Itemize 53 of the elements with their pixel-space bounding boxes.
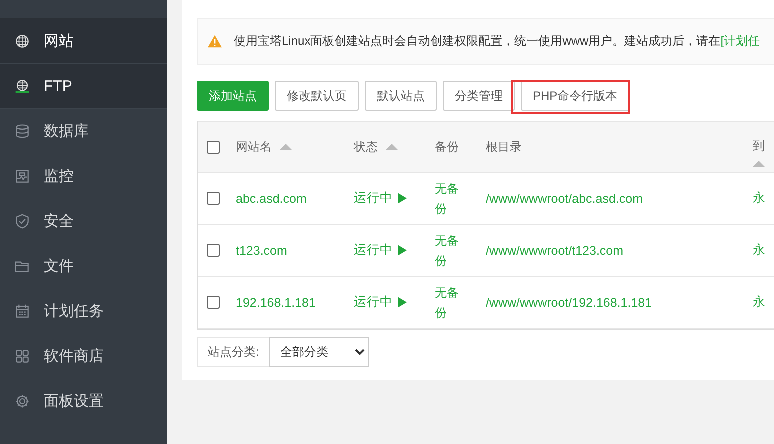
globe-icon (15, 78, 30, 94)
chart-icon (15, 168, 30, 184)
sidebar-item[interactable]: 数据库 (0, 109, 167, 154)
apps-icon (15, 348, 30, 364)
site-name-link[interactable]: 192.168.1.181 (236, 296, 316, 310)
sidebar-item[interactable]: FTP (0, 64, 167, 109)
toolbar-button[interactable]: 默认站点 (365, 81, 437, 111)
sidebar-item[interactable]: 计划任务 (0, 289, 167, 334)
column-header[interactable]: 根目录 (486, 138, 522, 156)
root-path-link[interactable]: /www/wwwroot/192.168.1.181 (486, 296, 652, 310)
column-header[interactable]: 到 (753, 138, 765, 154)
expiry-link[interactable]: 永 (753, 190, 766, 207)
column-header[interactable]: 备份 (435, 138, 459, 156)
play-icon (398, 297, 407, 308)
site-name-link[interactable]: abc.asd.com (236, 192, 307, 206)
column-header[interactable]: 状态 (354, 138, 378, 156)
root-path-link[interactable]: /www/wwwroot/abc.asd.com (486, 192, 643, 206)
globe-icon (15, 34, 30, 48)
shield-icon (15, 214, 30, 228)
status-link[interactable]: 运行中 (354, 190, 407, 207)
expiry-link[interactable]: 永 (753, 294, 766, 311)
backup-link[interactable]: 无备份 (435, 178, 463, 218)
play-icon (398, 193, 407, 204)
play-icon (398, 245, 407, 256)
sidebar-item[interactable]: 网站 (0, 19, 167, 64)
sidebar-item[interactable]: 安全 (0, 199, 167, 244)
settings-icon (15, 394, 30, 408)
toolbar-button[interactable]: PHP命令行版本 (521, 81, 630, 111)
root-path-link[interactable]: /www/wwwroot/t123.com (486, 244, 624, 258)
backup-link[interactable]: 无备份 (435, 282, 463, 322)
notice-text: 使用宝塔Linux面板创建站点时会自动创建权限配置，统一使用www用户。建站成功后，请在 (234, 33, 721, 50)
checkbox[interactable] (207, 296, 220, 309)
sidebar-item[interactable]: 文件 (0, 244, 167, 289)
sidebar-item[interactable]: 面板设置 (0, 379, 167, 424)
toolbar-button[interactable]: 添加站点 (197, 81, 269, 111)
toolbar-button[interactable]: 分类管理 (443, 81, 515, 111)
warning-icon (208, 35, 222, 48)
backup-link[interactable]: 无备份 (435, 230, 463, 270)
sidebar-item[interactable]: 软件商店 (0, 334, 167, 379)
sidebar-item[interactable]: 监控 (0, 154, 167, 199)
status-link[interactable]: 运行中 (354, 294, 407, 311)
checkbox[interactable] (207, 192, 220, 205)
calendar-icon (15, 304, 30, 318)
toolbar-button[interactable]: 修改默认页 (275, 81, 359, 111)
category-select[interactable]: 全部分类 (269, 337, 370, 367)
database-icon (15, 124, 30, 138)
checkbox[interactable] (207, 244, 220, 257)
notice-link[interactable]: [计划任 (720, 33, 760, 50)
expiry-link[interactable]: 永 (753, 242, 766, 259)
checkbox[interactable] (207, 140, 220, 154)
site-name-link[interactable]: t123.com (236, 244, 288, 258)
status-link[interactable]: 运行中 (354, 242, 407, 259)
column-header[interactable]: 网站名 (236, 138, 272, 156)
